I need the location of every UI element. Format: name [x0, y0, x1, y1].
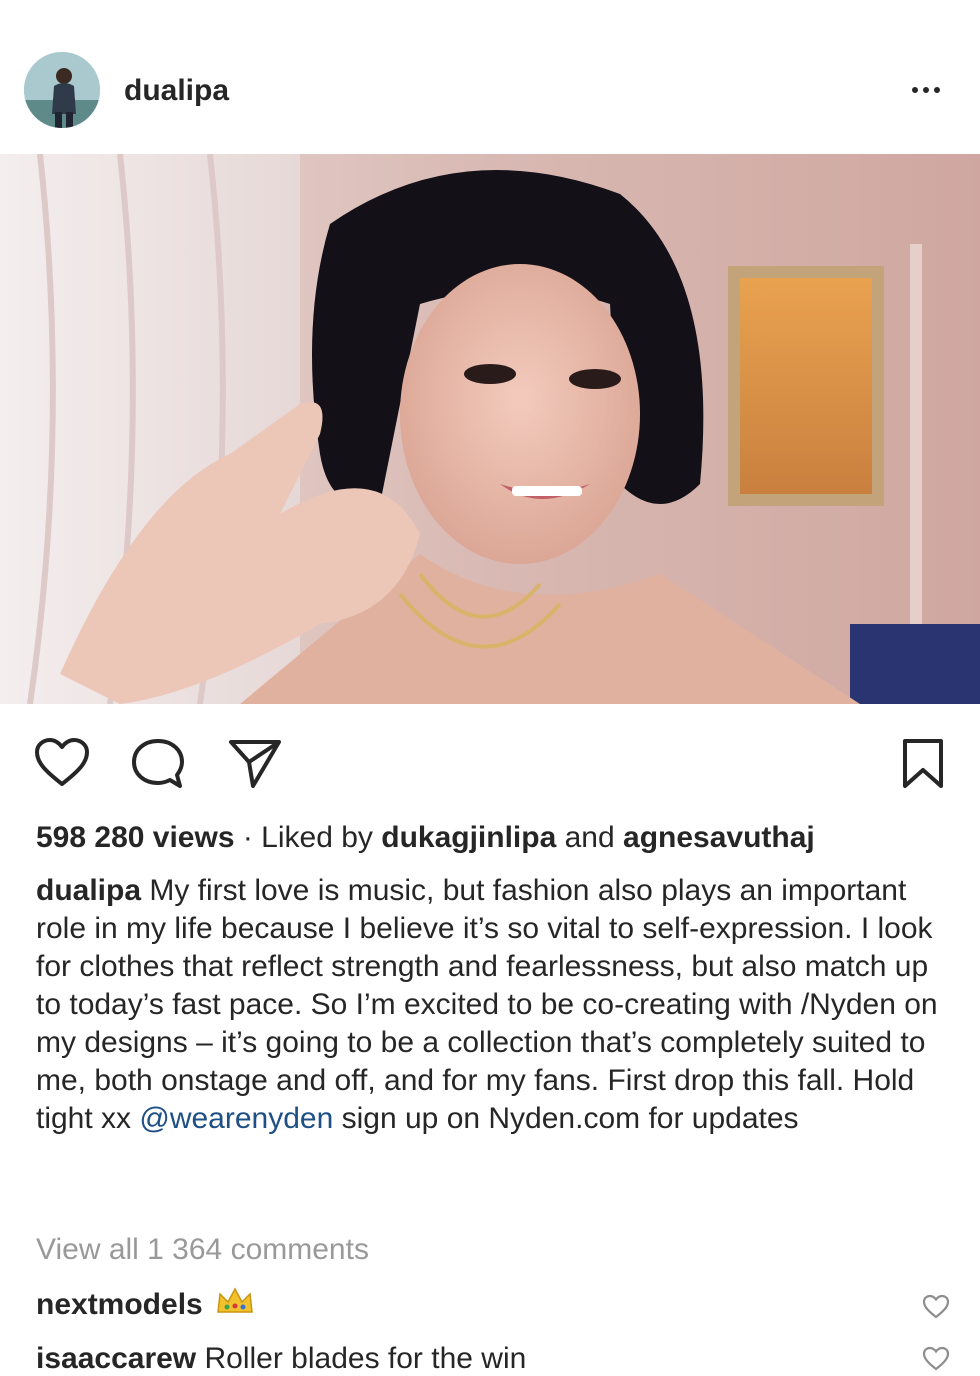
post-username[interactable]: dualipa	[124, 74, 229, 108]
action-bar	[0, 720, 980, 800]
liked-by-text: · Liked by	[234, 821, 382, 854]
more-dots-icon	[912, 87, 918, 93]
views-and-likes: 598 280 views · Liked by dukagjinlipa an…	[36, 818, 956, 858]
mention-link[interactable]: @wearenyden	[139, 1102, 333, 1135]
share-button[interactable]	[228, 738, 282, 790]
views-count[interactable]: 598 280 views	[36, 821, 235, 854]
comment-bubble-icon	[132, 739, 184, 788]
crown-emoji-icon	[215, 1286, 255, 1327]
caption-username[interactable]: dualipa	[36, 874, 141, 907]
comment-like-button[interactable]	[922, 1294, 950, 1320]
view-all-comments-link[interactable]: View all 1 364 comments	[36, 1230, 369, 1270]
heart-icon	[922, 1346, 950, 1371]
comment-text: Roller blades for the win	[196, 1342, 527, 1375]
liker-2[interactable]: agnesavuthaj	[623, 821, 815, 854]
post-photo[interactable]	[0, 154, 980, 704]
save-button[interactable]	[902, 738, 944, 790]
comment-like-button[interactable]	[922, 1346, 950, 1372]
paper-plane-icon	[229, 740, 281, 788]
instagram-post: dualipa 598 280 views · Liked by dukagji…	[0, 0, 980, 1376]
heart-icon	[35, 738, 89, 786]
caption-text-end: sign up on Nyden.com for updates	[333, 1102, 799, 1135]
comment-username[interactable]: nextmodels	[36, 1288, 203, 1321]
comment-username[interactable]: isaaccarew	[36, 1342, 196, 1375]
post-caption: dualipa My first love is music, but fash…	[36, 872, 941, 1138]
avatar[interactable]	[24, 52, 100, 128]
like-button[interactable]	[34, 738, 90, 788]
comment-row: nextmodels	[36, 1285, 916, 1327]
liker-1[interactable]: dukagjinlipa	[381, 821, 556, 854]
more-options-button[interactable]	[906, 76, 946, 104]
comment-row: isaaccarew Roller blades for the win	[36, 1339, 916, 1376]
and-text: and	[556, 821, 624, 854]
caption-text: My first love is music, but fashion also…	[36, 874, 938, 1135]
comment-button[interactable]	[130, 738, 186, 790]
bookmark-icon	[903, 739, 943, 788]
post-header: dualipa	[0, 40, 980, 140]
heart-icon	[922, 1294, 950, 1319]
